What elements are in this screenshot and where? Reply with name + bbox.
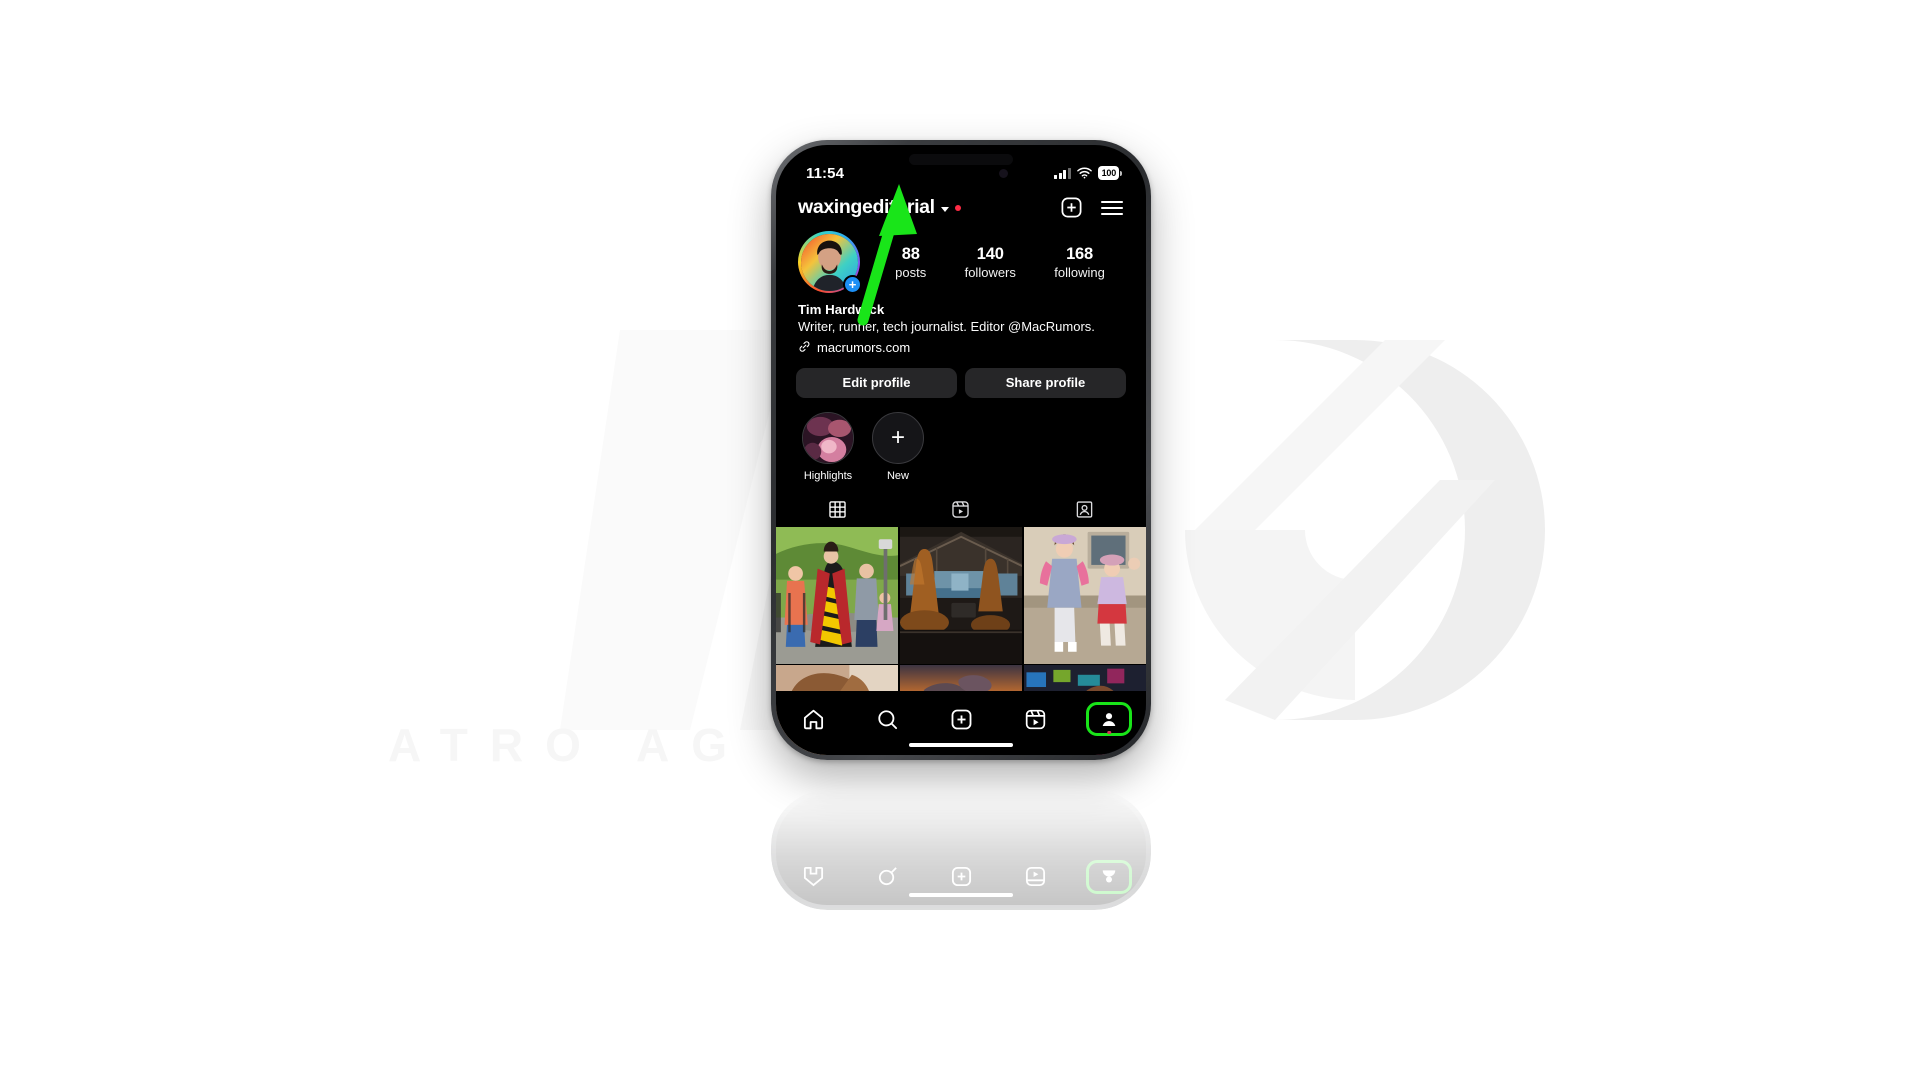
hamburger-menu-icon[interactable] bbox=[1100, 198, 1124, 218]
tab-reels[interactable] bbox=[899, 495, 1022, 524]
nav-search[interactable] bbox=[864, 702, 910, 736]
profile-bio: Tim Hardwick Writer, runner, tech journa… bbox=[776, 293, 1146, 356]
username-switcher[interactable]: waxingeditorial bbox=[798, 196, 961, 219]
nav-home[interactable] bbox=[790, 702, 836, 736]
stat-following[interactable]: 168 following bbox=[1054, 245, 1105, 280]
phone-reflection bbox=[771, 790, 1151, 910]
profile-actions: Edit profile Share profile bbox=[776, 356, 1146, 398]
profile-stats: 88 posts 140 followers 168 following bbox=[860, 245, 1124, 280]
nav-create[interactable] bbox=[938, 702, 984, 736]
highlight-label: Highlights bbox=[803, 469, 853, 482]
phone-device-frame: 11:54 100 waxingeditorial + 88 posts 140… bbox=[771, 140, 1151, 760]
app-header: waxingeditorial bbox=[776, 189, 1146, 225]
profile-summary-row: + 88 posts 140 followers 168 following bbox=[776, 225, 1146, 294]
home-indicator bbox=[909, 743, 1013, 747]
watermark-text: ATRO AG bbox=[388, 719, 749, 771]
stat-posts-label: posts bbox=[895, 264, 927, 280]
avatar-add-story-badge[interactable]: + bbox=[843, 275, 862, 294]
plus-square-icon[interactable] bbox=[1060, 196, 1083, 219]
status-bar: 11:54 100 bbox=[776, 145, 1146, 189]
link-chain-icon bbox=[798, 340, 811, 356]
highlight-new[interactable]: + New bbox=[872, 411, 924, 482]
profile-notification-dot bbox=[1107, 730, 1111, 734]
stat-posts-value: 88 bbox=[901, 244, 920, 263]
watermark-brand-logo-icon bbox=[1155, 330, 1555, 730]
highlight-cover-photo bbox=[802, 411, 854, 464]
avatar[interactable]: + bbox=[798, 231, 862, 294]
share-profile-button[interactable]: Share profile bbox=[965, 367, 1126, 398]
highlight-item[interactable]: Highlights bbox=[802, 411, 854, 482]
stat-following-value: 168 bbox=[1066, 244, 1093, 263]
profile-bio-text: Writer, runner, tech journalist. Editor … bbox=[798, 319, 1095, 334]
stat-following-label: following bbox=[1054, 264, 1105, 280]
plus-icon: + bbox=[872, 411, 924, 464]
phone-screen: 11:54 100 waxingeditorial + 88 posts 140… bbox=[776, 145, 1146, 755]
profile-username: waxingeditorial bbox=[798, 196, 935, 218]
grid-post[interactable] bbox=[899, 526, 1023, 664]
grid-post[interactable] bbox=[1023, 526, 1146, 664]
stat-followers[interactable]: 140 followers bbox=[965, 245, 1016, 280]
edit-profile-button[interactable]: Edit profile bbox=[796, 367, 957, 398]
profile-link[interactable]: macrumors.com bbox=[798, 340, 1124, 356]
content-tabs bbox=[776, 495, 1146, 524]
status-time: 11:54 bbox=[806, 164, 845, 182]
battery-level-label: 100 bbox=[1098, 166, 1119, 180]
stat-posts[interactable]: 88 posts bbox=[895, 245, 926, 280]
battery-full-icon: 100 bbox=[1098, 166, 1122, 180]
chevron-down-icon[interactable] bbox=[940, 206, 949, 212]
nav-reels[interactable] bbox=[1012, 702, 1058, 736]
red-notification-dot bbox=[954, 204, 961, 211]
highlight-new-label: New bbox=[886, 469, 909, 482]
tab-tagged[interactable] bbox=[1023, 495, 1146, 524]
tab-grid[interactable] bbox=[776, 495, 899, 524]
status-faint-indicator bbox=[999, 168, 1009, 178]
wifi-icon bbox=[1077, 167, 1092, 179]
profile-display-name: Tim Hardwick bbox=[798, 302, 885, 317]
stat-followers-value: 140 bbox=[976, 244, 1004, 263]
stat-followers-label: followers bbox=[964, 264, 1016, 280]
grid-post[interactable] bbox=[776, 526, 899, 664]
screenshot-canvas: ATRO AG 11:54 100 waxingeditorial + 88 p… bbox=[0, 0, 1920, 1080]
profile-link-text: macrumors.com bbox=[817, 340, 911, 356]
nav-profile[interactable] bbox=[1086, 702, 1132, 736]
cellular-signal-icon bbox=[1054, 167, 1072, 179]
story-highlights: Highlights + New bbox=[776, 398, 1146, 482]
